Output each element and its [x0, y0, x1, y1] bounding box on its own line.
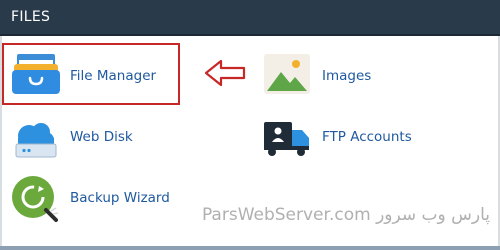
- images-link[interactable]: Images: [262, 50, 422, 100]
- highlight-box: [2, 43, 180, 105]
- arrow-left-icon: [204, 59, 246, 87]
- images-icon: [264, 54, 310, 94]
- web-disk-label: Web Disk: [70, 129, 133, 145]
- ftp-accounts-icon: [264, 122, 309, 156]
- ftp-accounts-label: FTP Accounts: [322, 129, 412, 145]
- web-disk-link[interactable]: Web Disk: [10, 114, 175, 164]
- bottom-border: [0, 246, 500, 250]
- images-label: Images: [322, 68, 372, 84]
- backup-wizard-link[interactable]: Backup Wizard: [10, 174, 175, 224]
- backup-wizard-icon: [12, 176, 59, 222]
- web-disk-icon: [15, 123, 57, 158]
- ftp-accounts-link[interactable]: FTP Accounts: [262, 114, 422, 164]
- watermark: ParsWebServer.com پارس وب سرور: [201, 205, 490, 225]
- files-section-header: FILES: [0, 0, 500, 36]
- backup-wizard-label: Backup Wizard: [70, 190, 170, 206]
- section-title: FILES: [11, 9, 51, 25]
